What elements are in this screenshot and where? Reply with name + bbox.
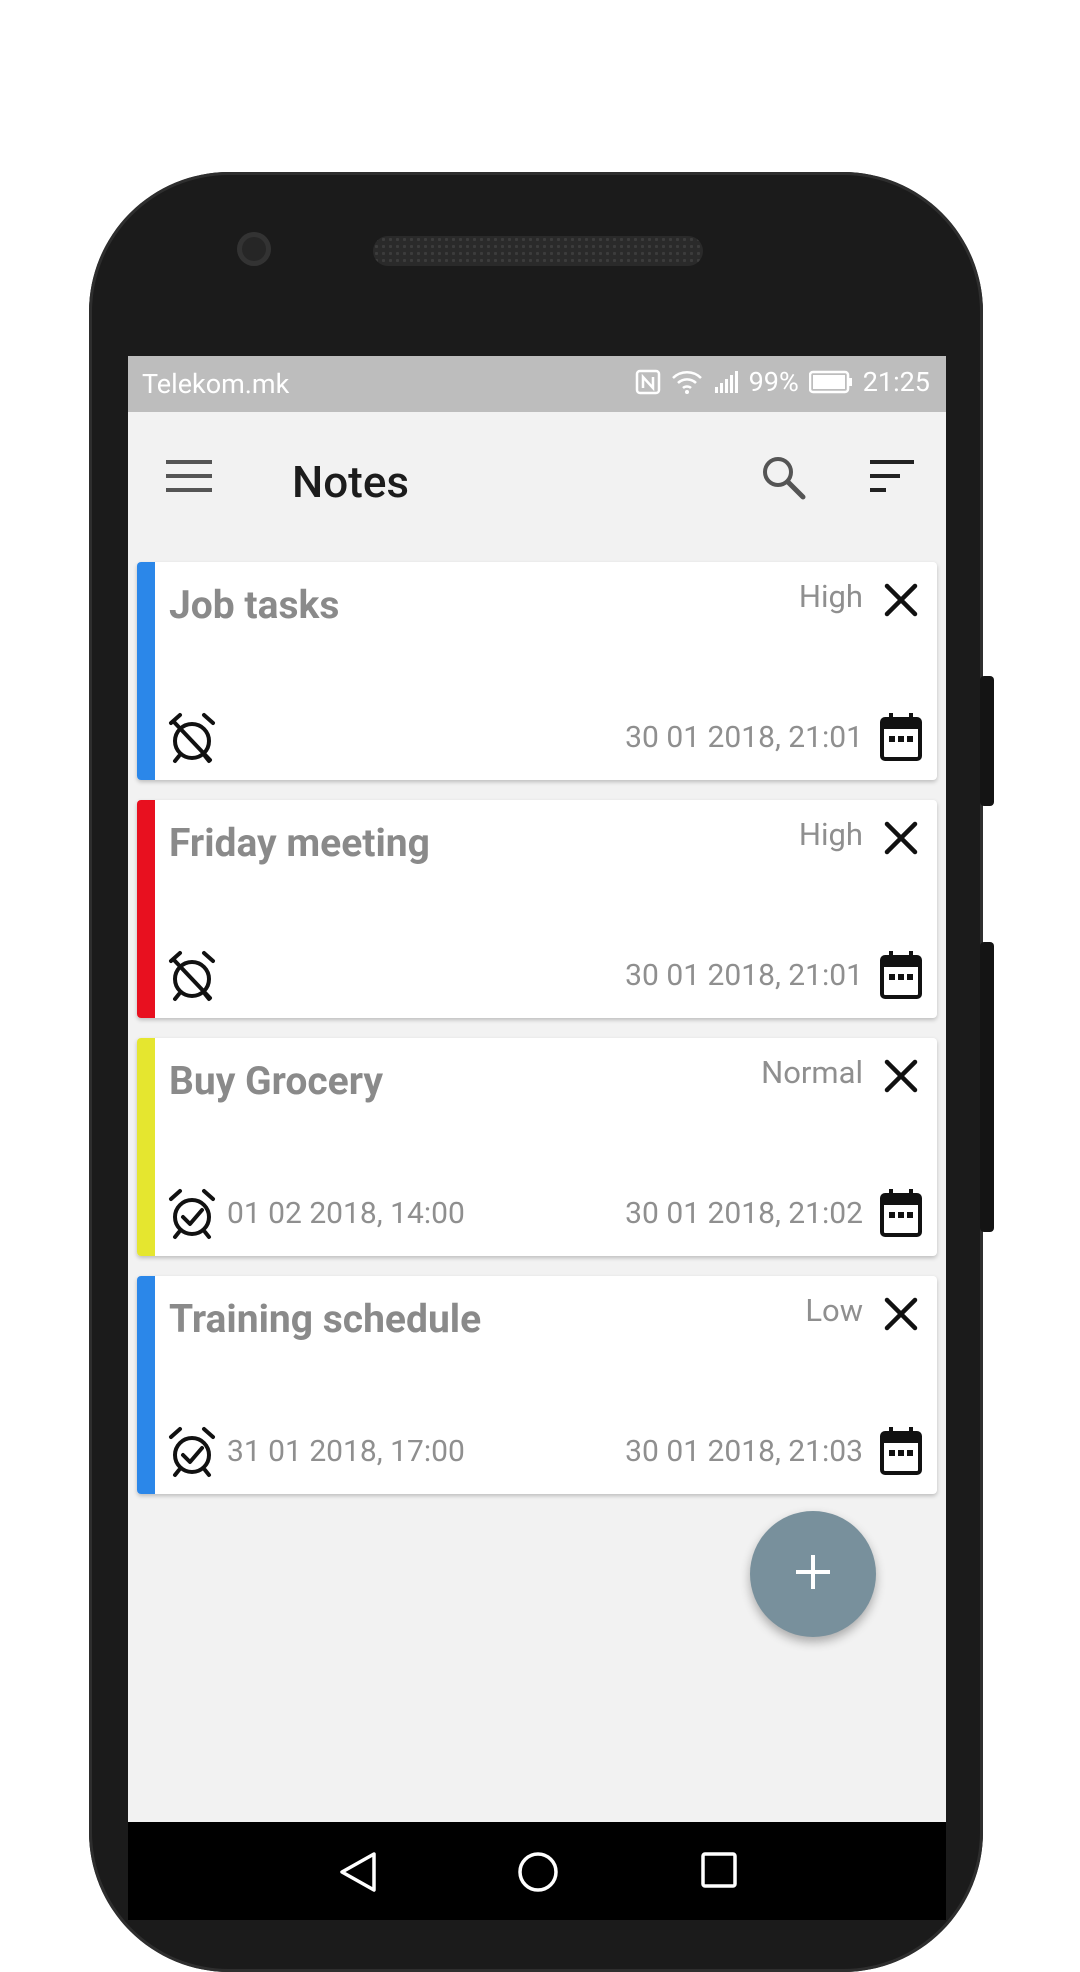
back-nav-icon[interactable]	[336, 1850, 378, 1898]
note-title: Training schedule	[169, 1296, 482, 1342]
note-created-date: 30 01 2018, 21:01	[625, 720, 863, 755]
wifi-icon	[671, 369, 703, 395]
sort-icon[interactable]	[870, 458, 916, 498]
calendar-icon[interactable]	[879, 1188, 923, 1242]
battery-percent: 99%	[748, 366, 799, 398]
signal-icon	[713, 369, 739, 395]
alarm-off-icon[interactable]	[167, 712, 217, 768]
calendar-icon[interactable]	[879, 712, 923, 766]
earpiece-speaker	[373, 236, 703, 266]
status-icons: 99% 21:25	[635, 366, 930, 398]
note-card[interactable]: Friday meeting High 30 01 2018, 21:01	[137, 800, 937, 1018]
carrier-name: Telekom.mk	[142, 368, 290, 400]
calendar-icon[interactable]	[879, 1426, 923, 1480]
note-card[interactable]: Job tasks High 30 01 2018, 21:01	[137, 562, 937, 780]
note-priority: Normal	[761, 1054, 863, 1091]
note-title: Buy Grocery	[169, 1058, 383, 1104]
note-priority: High	[798, 578, 863, 615]
battery-icon	[808, 370, 853, 394]
search-icon[interactable]	[760, 454, 806, 504]
clock: 21:25	[862, 366, 930, 398]
page-title: Notes	[292, 456, 410, 508]
delete-note-icon[interactable]	[881, 818, 921, 862]
note-color-stripe	[137, 562, 155, 780]
front-camera	[237, 232, 271, 266]
recents-nav-icon[interactable]	[699, 1850, 739, 1894]
plus-icon	[793, 1552, 833, 1596]
note-created-date: 30 01 2018, 21:01	[625, 958, 863, 993]
delete-note-icon[interactable]	[881, 1294, 921, 1338]
nfc-icon	[635, 369, 661, 395]
note-card[interactable]: Training schedule Low 31 01 2018, 17:00 …	[137, 1276, 937, 1494]
note-created-date: 30 01 2018, 21:02	[625, 1196, 863, 1231]
delete-note-icon[interactable]	[881, 580, 921, 624]
volume-button	[980, 942, 994, 1232]
note-priority: Low	[805, 1292, 863, 1329]
system-nav-bar	[128, 1822, 946, 1920]
power-button	[980, 676, 994, 806]
phone-screen: Telekom.mk 99% 21:25 Notes Job tasks Hig…	[128, 356, 946, 1920]
note-color-stripe	[137, 1276, 155, 1494]
alarm-on-icon[interactable]	[167, 1426, 217, 1482]
note-title: Friday meeting	[169, 820, 430, 866]
note-card[interactable]: Buy Grocery Normal 01 02 2018, 14:00 30 …	[137, 1038, 937, 1256]
note-priority: High	[798, 816, 863, 853]
note-reminder-date: 31 01 2018, 17:00	[227, 1434, 465, 1469]
menu-icon[interactable]	[166, 458, 212, 498]
note-color-stripe	[137, 800, 155, 1018]
note-created-date: 30 01 2018, 21:03	[625, 1434, 863, 1469]
note-reminder-date: 01 02 2018, 14:00	[227, 1196, 465, 1231]
status-bar: Telekom.mk 99% 21:25	[128, 356, 946, 412]
alarm-off-icon[interactable]	[167, 950, 217, 1006]
calendar-icon[interactable]	[879, 950, 923, 1004]
note-color-stripe	[137, 1038, 155, 1256]
add-note-button[interactable]	[750, 1511, 876, 1637]
delete-note-icon[interactable]	[881, 1056, 921, 1100]
alarm-on-icon[interactable]	[167, 1188, 217, 1244]
app-bar: Notes	[128, 412, 946, 552]
home-nav-icon[interactable]	[516, 1850, 560, 1898]
note-title: Job tasks	[169, 582, 340, 628]
